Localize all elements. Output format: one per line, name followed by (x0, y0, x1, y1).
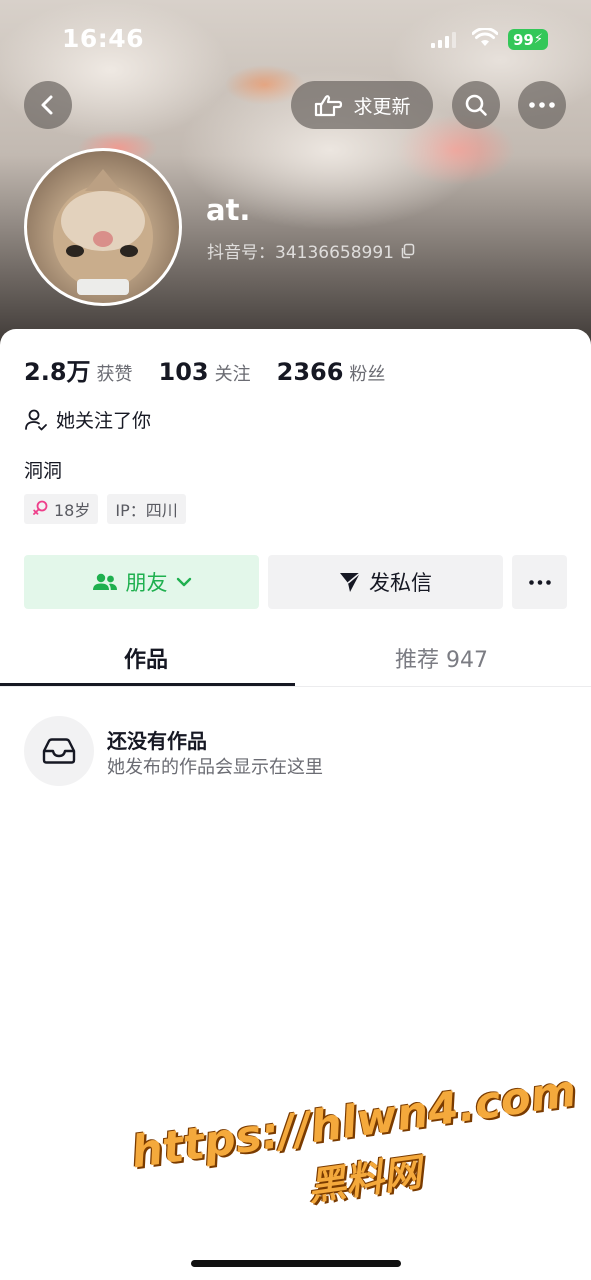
profile-avatar[interactable] (24, 148, 182, 306)
friend-status-label: 朋友 (125, 571, 168, 595)
search-icon (465, 94, 487, 116)
active-tab-indicator (0, 683, 295, 686)
home-indicator[interactable] (191, 1260, 401, 1267)
tab-works[interactable]: 作品 (124, 642, 168, 674)
friends-icon (92, 573, 117, 590)
profile-tabs: 作品 推荐 947 (0, 630, 591, 687)
more-options-button[interactable] (518, 81, 566, 129)
request-update-button[interactable]: 求更新 (291, 81, 433, 129)
empty-state-title: 还没有作品 (107, 729, 207, 753)
stat-likes-value: 2.8万 (24, 358, 91, 386)
chevron-left-icon (41, 95, 53, 115)
profile-nickname: at. (206, 193, 251, 227)
female-gender-icon (33, 500, 48, 515)
battery-level: 99 (512, 30, 534, 49)
stat-likes-label: 获赞 (96, 364, 133, 385)
copy-icon[interactable] (400, 243, 416, 259)
douyin-id[interactable]: 抖音号：34136658991 (207, 238, 416, 263)
send-message-label: 发私信 (369, 571, 432, 595)
stat-following[interactable]: 103 关注 (159, 358, 251, 386)
stat-following-label: 关注 (214, 364, 251, 385)
douyin-id-text: 抖音号：34136658991 (207, 243, 394, 263)
cat-avatar-image (53, 169, 153, 295)
profile-bio: 洞洞 (24, 460, 63, 482)
user-follow-icon (25, 409, 47, 430)
send-message-button[interactable]: 发私信 (268, 555, 503, 609)
chevron-down-icon (176, 577, 191, 587)
age-tag: 18岁 (24, 494, 99, 524)
follows-you-indicator: 她关注了你 (24, 406, 151, 433)
more-horizontal-icon (528, 579, 551, 585)
empty-inbox-icon-wrapper (24, 716, 94, 786)
inbox-tray-icon (42, 738, 76, 764)
age-tag-text: 18岁 (54, 501, 91, 520)
stat-following-value: 103 (158, 358, 209, 386)
request-update-label: 求更新 (353, 95, 411, 118)
cellular-signal-icon (431, 32, 456, 48)
profile-tags: 18岁 IP：四川 (24, 494, 186, 524)
pointing-hand-icon (315, 95, 343, 117)
friend-status-button[interactable]: 朋友 (24, 555, 259, 609)
stat-followers-label: 粉丝 (349, 364, 386, 385)
more-horizontal-icon (529, 102, 555, 108)
charging-bolt-icon: ⚡ (533, 32, 543, 47)
back-button[interactable] (24, 81, 72, 129)
tab-recommend[interactable]: 推荐 947 (395, 642, 488, 674)
battery-indicator: 99 ⚡ (508, 29, 548, 50)
empty-state-subtitle: 她发布的作品会显示在这里 (107, 757, 323, 778)
follows-you-text: 她关注了你 (56, 410, 152, 432)
wifi-icon (472, 28, 498, 46)
stat-followers[interactable]: 2366 粉丝 (277, 358, 386, 386)
more-actions-button[interactable] (512, 555, 567, 609)
ip-location-text: IP：四川 (115, 501, 178, 520)
stat-followers-value: 2366 (276, 358, 344, 386)
status-bar: 16:46 99 ⚡ (0, 0, 591, 80)
ip-location-tag: IP：四川 (107, 494, 186, 524)
status-time: 16:46 (62, 24, 145, 53)
stat-likes[interactable]: 2.8万 获赞 (24, 352, 133, 387)
profile-stats: 2.8万 获赞 103 关注 2366 粉丝 (24, 352, 385, 387)
paper-plane-icon (340, 572, 361, 592)
search-button[interactable] (452, 81, 500, 129)
